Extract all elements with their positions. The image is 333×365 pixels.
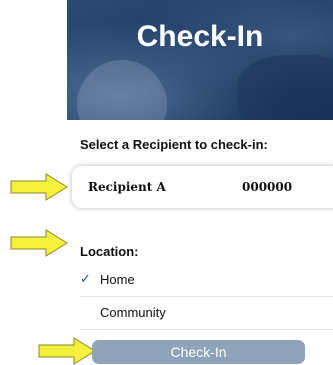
check-in-button[interactable]: Check-In <box>92 340 305 364</box>
page-title: Check-In <box>136 20 264 53</box>
location-option-label: Home <box>100 272 135 287</box>
recipient-prompt: Select a Recipient to check-in: <box>80 137 268 152</box>
recipient-id: 000000 <box>242 180 293 194</box>
location-option-label: Community <box>100 305 166 320</box>
hero-banner: Check-In <box>67 0 333 120</box>
checkmark-icon: ✓ <box>80 271 91 286</box>
recipient-card[interactable]: Recipient A 000000 <box>72 166 333 208</box>
recipient-name: Recipient A <box>88 180 166 194</box>
location-option-community[interactable]: Community <box>80 297 333 330</box>
arrow-pointer-recipient-icon <box>10 173 68 201</box>
arrow-pointer-location-icon <box>10 229 68 257</box>
location-option-home[interactable]: ✓ Home <box>80 264 333 297</box>
location-label: Location: <box>80 244 139 259</box>
arrow-pointer-button-icon <box>38 337 96 365</box>
